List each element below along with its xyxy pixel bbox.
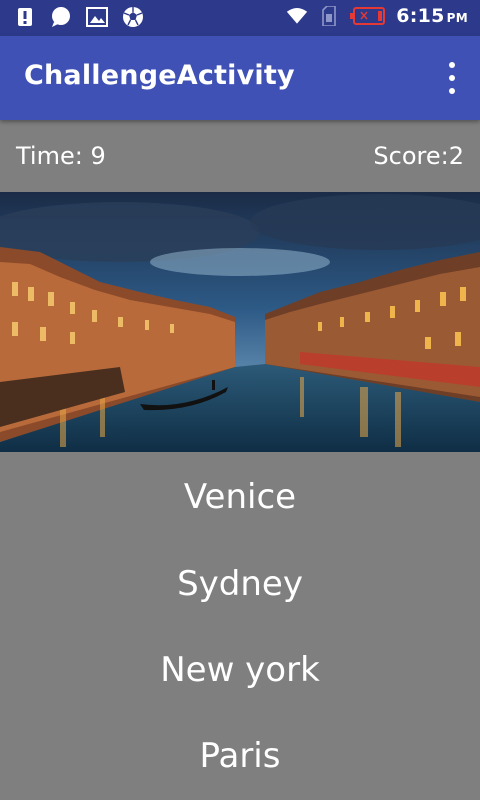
image-icon	[86, 6, 108, 28]
answer-options: Venice Sydney New york Paris	[0, 452, 480, 800]
clock-ampm: PM	[446, 11, 468, 25]
system-icons: 6:15 PM	[286, 5, 468, 27]
answer-option-venice[interactable]: Venice	[0, 454, 480, 540]
notification-icons	[14, 6, 144, 28]
game-status-row: Time: 9 Score:2	[0, 120, 480, 192]
alert-icon	[14, 6, 36, 28]
status-bar: 6:15 PM	[0, 0, 480, 36]
clock-time: 6:15	[396, 5, 445, 27]
answer-option-sydney[interactable]: Sydney	[0, 541, 480, 627]
wifi-icon	[286, 5, 308, 27]
chat-bubble-icon	[50, 6, 72, 28]
answer-option-paris[interactable]: Paris	[0, 713, 480, 799]
score-label: Score:2	[373, 142, 464, 170]
answer-option-new-york[interactable]: New york	[0, 627, 480, 713]
soccer-ball-icon	[122, 6, 144, 28]
clock: 6:15 PM	[396, 5, 468, 27]
time-label: Time: 9	[16, 142, 106, 170]
sim-icon	[318, 5, 340, 27]
app-bar: ChallengeActivity	[0, 36, 480, 120]
more-vert-icon[interactable]	[444, 62, 460, 94]
app-title: ChallengeActivity	[24, 60, 295, 91]
battery-icon	[350, 5, 386, 27]
venice-canal-photo	[0, 192, 480, 452]
